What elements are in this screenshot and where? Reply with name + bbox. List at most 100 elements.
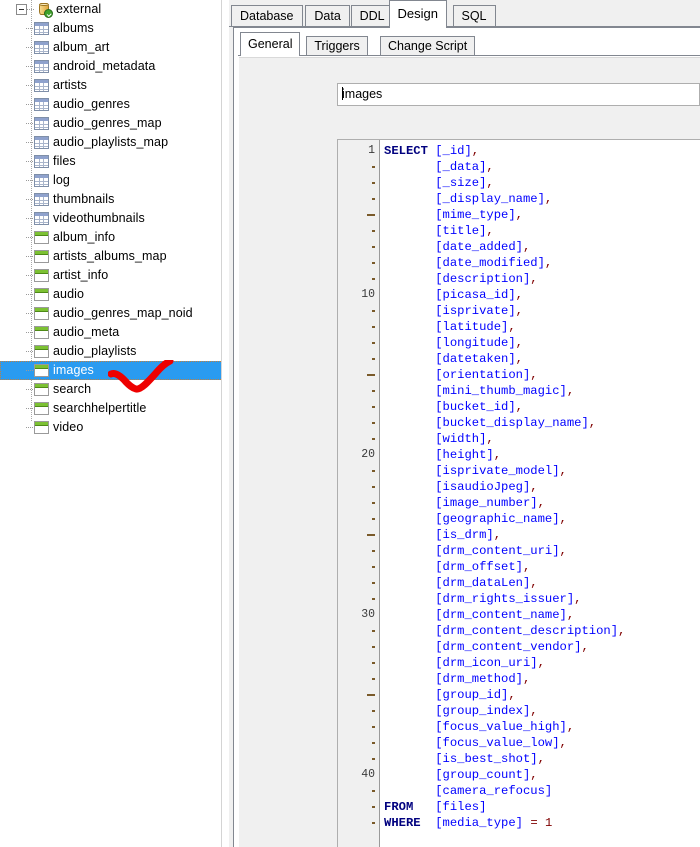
code-line: [longitude], <box>435 336 523 350</box>
subtab-general[interactable]: General <box>240 32 301 57</box>
code-line: [_size], <box>435 176 494 190</box>
code-line: [focus_value_low], <box>435 736 567 750</box>
general-pane: images 1 10 20 30 40 SELECT [_id], [_data], … <box>239 57 700 847</box>
code-line: [_data], <box>435 160 494 174</box>
tree-item-label: album_info <box>53 230 116 244</box>
tree-connector <box>27 9 35 10</box>
tree-item-label: log <box>53 173 70 187</box>
tree-item-files[interactable]: files <box>0 152 221 171</box>
tree-item-audio_meta[interactable]: audio_meta <box>0 323 221 342</box>
gutter-line <box>338 543 379 559</box>
code-line: [height], <box>435 448 502 462</box>
tree-item-label: audio <box>53 287 85 301</box>
tab-sql[interactable]: SQL <box>452 5 496 27</box>
tree-item-images[interactable]: images <box>0 361 221 380</box>
sql-code-area[interactable]: SELECT [_id], [_data], [_size], [_displa… <box>380 140 700 847</box>
table-icon <box>34 22 49 35</box>
code-line: [date_modified], <box>435 256 553 270</box>
tree-item-searchhelpertitle[interactable]: searchhelpertitle <box>0 399 221 418</box>
tree-item-search[interactable]: search <box>0 380 221 399</box>
tree-item-albums[interactable]: albums <box>0 19 221 38</box>
view-name-value: images <box>342 87 383 101</box>
gutter-line: 1 <box>368 144 375 157</box>
code-line: [datetaken], <box>435 352 523 366</box>
tree-item-audio_genres_map[interactable]: audio_genres_map <box>0 114 221 133</box>
table-icon <box>34 174 49 187</box>
tree-root-container: external albums album_art android_metadata… <box>0 0 221 437</box>
tree-item-label: audio_playlists <box>53 344 137 358</box>
code-line: WHERE [media_type] = 1 <box>384 816 553 830</box>
tree-item-artists[interactable]: artists <box>0 76 221 95</box>
subtab-change-script[interactable]: Change Script <box>380 36 476 56</box>
line-number-gutter: 1 10 20 30 40 <box>338 140 380 847</box>
code-line: [drm_rights_issuer], <box>435 592 582 606</box>
code-line: [drm_offset], <box>435 560 531 574</box>
tree-item-label: files <box>53 154 76 168</box>
view-icon <box>34 269 49 282</box>
gutter-line <box>338 415 379 431</box>
tree-item-artists_albums_map[interactable]: artists_albums_map <box>0 247 221 266</box>
code-line: [picasa_id], <box>435 288 523 302</box>
gutter-line <box>338 367 379 383</box>
tree-item-audio_genres_map_noid[interactable]: audio_genres_map_noid <box>0 304 221 323</box>
tree-item-label: artists_albums_map <box>53 249 167 263</box>
right-panel: Database Data DDL Design SQL General Triggers… <box>229 0 700 847</box>
tree-connector <box>26 256 34 257</box>
collapse-icon[interactable] <box>16 4 27 15</box>
tree-item-label: video <box>53 420 84 434</box>
tree-connector <box>26 351 34 352</box>
tree-item-audio_playlists_map[interactable]: audio_playlists_map <box>0 133 221 152</box>
tab-data[interactable]: Data <box>305 5 350 27</box>
tree-item-video[interactable]: video <box>0 418 221 437</box>
tree-item-audio_playlists[interactable]: audio_playlists <box>0 342 221 361</box>
code-line: [group_index], <box>435 704 538 718</box>
tab-design[interactable]: Design <box>388 0 447 28</box>
tab-database[interactable]: Database <box>231 5 303 27</box>
gutter-line <box>338 511 379 527</box>
gutter-line <box>338 479 379 495</box>
code-line: [isprivate], <box>435 304 523 318</box>
tree-connector <box>26 370 34 371</box>
tree-item-android_metadata[interactable]: android_metadata <box>0 57 221 76</box>
app-root: external albums album_art android_metadata… <box>0 0 700 847</box>
gutter-line: 40 <box>361 768 375 781</box>
tree-connector <box>26 142 34 143</box>
subtab-triggers[interactable]: Triggers <box>306 36 368 56</box>
view-icon <box>34 364 49 377</box>
tree-item-album_art[interactable]: album_art <box>0 38 221 57</box>
tree-item-artist_info[interactable]: artist_info <box>0 266 221 285</box>
tree-item-label: album_art <box>53 40 110 54</box>
gutter-line <box>338 319 379 335</box>
code-line: FROM [files] <box>384 800 487 814</box>
tree-item-log[interactable]: log <box>0 171 221 190</box>
tree-connector <box>26 408 34 409</box>
tree-item-audio[interactable]: audio <box>0 285 221 304</box>
table-icon <box>34 79 49 92</box>
tree-item-videothumbnails[interactable]: videothumbnails <box>0 209 221 228</box>
tab-ddl[interactable]: DDL <box>350 5 394 27</box>
gutter-line <box>338 639 379 655</box>
database-object-tree[interactable]: external albums album_art android_metadata… <box>0 0 221 847</box>
tree-item-label: searchhelpertitle <box>53 401 147 415</box>
tree-item-label: audio_meta <box>53 325 120 339</box>
sql-definition-editor[interactable]: 1 10 20 30 40 SELECT [_id], [_data], [_size]… <box>337 139 700 847</box>
tree-item-thumbnails[interactable]: thumbnails <box>0 190 221 209</box>
tab-label: Design <box>397 6 438 21</box>
gutter-line <box>338 623 379 639</box>
tree-node-external[interactable]: external <box>0 0 221 19</box>
tree-connector <box>26 427 34 428</box>
code-line: [is_drm], <box>435 528 502 542</box>
code-line: [date_added], <box>435 240 531 254</box>
tree-connector <box>26 389 34 390</box>
view-name-input[interactable]: images <box>337 83 700 106</box>
gutter-line <box>338 207 379 223</box>
gutter-line <box>338 751 379 767</box>
tree-item-album_info[interactable]: album_info <box>0 228 221 247</box>
gutter-line <box>338 159 379 175</box>
gutter-line: 30 <box>361 608 375 621</box>
view-icon <box>34 307 49 320</box>
code-line: [bucket_display_name], <box>435 416 597 430</box>
table-icon <box>34 41 49 54</box>
panel-splitter[interactable] <box>221 0 229 847</box>
tree-item-audio_genres[interactable]: audio_genres <box>0 95 221 114</box>
